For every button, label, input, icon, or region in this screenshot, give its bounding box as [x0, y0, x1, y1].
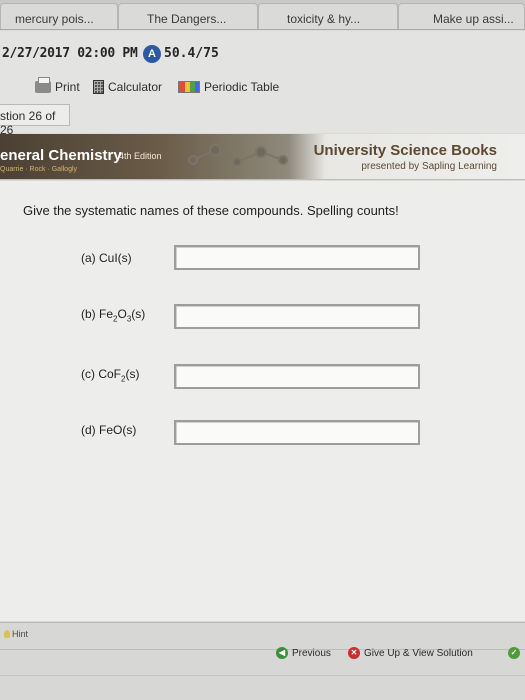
give-up-button[interactable]: ✕ Give Up & View Solution [348, 647, 473, 659]
part-d-label: (d) FeO(s) [81, 423, 136, 437]
calculator-icon [93, 80, 104, 94]
browser-tab-label: Make up assi... [433, 12, 514, 26]
browser-tab-strip: mercury pois... The Dangers... toxicity … [0, 0, 525, 30]
part-d-answer-input[interactable] [174, 420, 420, 445]
book-authors: Quarrie · Rock · Gallogly [0, 166, 78, 173]
assignment-header: 2/27/2017 02:00 PM A 50.4/75 Print Calcu… [0, 31, 525, 137]
periodic-table-label: Periodic Table [204, 80, 280, 94]
footer-divider [0, 675, 525, 676]
part-b-text: O [117, 307, 127, 321]
part-b-answer-input[interactable] [174, 304, 420, 329]
lightbulb-icon [4, 630, 10, 638]
print-button[interactable]: Print [35, 77, 80, 96]
periodic-table-button[interactable]: Periodic Table [178, 78, 279, 96]
previous-arrow-icon: ◀ [276, 647, 288, 659]
browser-tab-mercury[interactable]: mercury pois... [0, 3, 118, 29]
browser-tab-label: mercury pois... [15, 12, 94, 26]
part-a-formula: (a) CuI(s) [81, 251, 132, 265]
part-c-text: (c) CoF [81, 367, 121, 381]
browser-tab-toxicity[interactable]: toxicity & hy... [258, 3, 398, 29]
hint-button[interactable]: Hint [4, 629, 28, 639]
browser-tab-dangers[interactable]: The Dangers... [118, 3, 258, 29]
print-label: Print [55, 80, 80, 94]
score-badge-icon: A [143, 45, 161, 63]
presented-by: presented by Sapling Learning [361, 161, 497, 172]
question-counter: stion 26 of 26 [0, 104, 70, 137]
part-b-text: (b) Fe [81, 307, 114, 321]
browser-tab-label: The Dangers... [147, 12, 227, 26]
previous-button[interactable]: ◀ Previous [276, 647, 331, 659]
printer-icon [35, 77, 51, 93]
part-b-text: (s) [131, 307, 146, 321]
due-date: 2/27/2017 02:00 PM [2, 46, 138, 61]
browser-tab-label: toxicity & hy... [287, 12, 361, 26]
question-footer: Hint ◀ Previous ✕ Give Up & View Solutio… [0, 622, 525, 700]
calculator-button[interactable]: Calculator [93, 78, 162, 96]
molecule-graphic [188, 144, 288, 167]
part-c-text: (s) [125, 367, 140, 381]
check-icon: ✓ [508, 647, 520, 659]
book-title: eneral Chemistry [0, 147, 122, 164]
question-panel: Give the systematic names of these compo… [0, 181, 525, 621]
part-a-answer-input[interactable] [174, 245, 420, 270]
part-b-label: (b) Fe2O3(s) [81, 307, 145, 323]
book-edition: 4th Edition [119, 151, 162, 161]
give-up-label: Give Up & View Solution [364, 647, 473, 659]
give-up-x-icon: ✕ [348, 647, 360, 659]
publisher-name: University Science Books [313, 142, 497, 159]
textbook-banner: eneral Chemistry 4th Edition Quarrie · R… [0, 134, 525, 180]
part-c-label: (c) CoF2(s) [81, 367, 139, 383]
calculator-label: Calculator [108, 80, 163, 94]
previous-label: Previous [292, 647, 331, 659]
hint-label: Hint [12, 629, 29, 639]
browser-tab-makeup[interactable]: Make up assi... [398, 3, 525, 29]
part-a-label: (a) CuI(s) [81, 251, 132, 265]
periodic-table-icon [178, 81, 200, 93]
question-prompt: Give the systematic names of these compo… [23, 203, 399, 218]
part-c-answer-input[interactable] [174, 364, 420, 389]
part-d-formula: (d) FeO(s) [81, 423, 137, 437]
score-value: 50.4/75 [164, 46, 219, 61]
check-answer-button[interactable]: ✓ [508, 647, 520, 659]
